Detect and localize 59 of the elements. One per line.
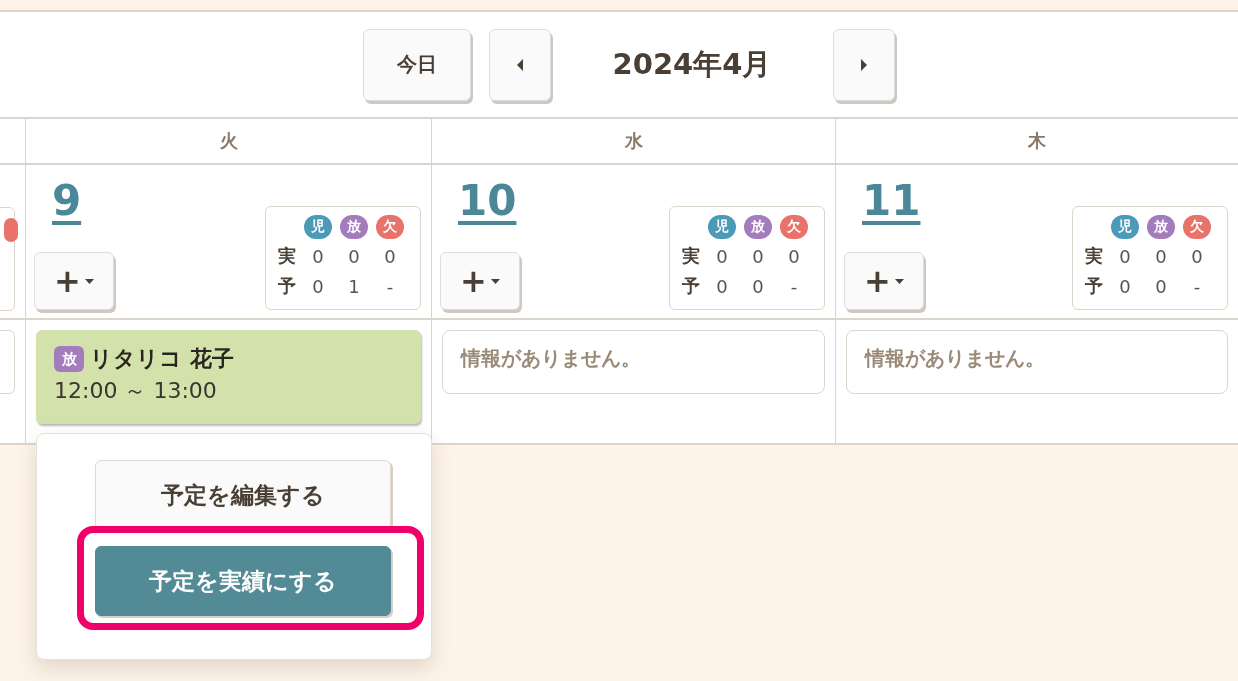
date-link[interactable]: 11 — [844, 175, 924, 227]
add-button[interactable]: + — [440, 252, 520, 310]
previous-month-button[interactable] — [489, 28, 551, 101]
next-month-button[interactable] — [833, 28, 895, 101]
add-button[interactable]: + — [34, 252, 114, 310]
badge: 放 — [744, 215, 772, 239]
count: 0 — [1191, 245, 1203, 267]
row-label: 予 — [278, 274, 296, 298]
count: - — [1193, 275, 1201, 297]
month-title: 2024年4月 — [611, 45, 773, 83]
empty-message: 情報がありません。 — [846, 330, 1228, 394]
person-name: リタリコ 花子 — [90, 345, 234, 373]
badge: 欠 — [780, 215, 808, 239]
tag: 放 — [54, 346, 84, 372]
time-range: 12:00 ～ 13:00 — [54, 377, 218, 405]
date-link[interactable]: 10 — [440, 175, 520, 227]
weekday-label: 火 — [219, 129, 238, 153]
badge: 児 — [304, 215, 332, 239]
add-button[interactable]: + — [844, 252, 924, 310]
count: 0 — [1119, 245, 1131, 267]
count: - — [386, 275, 394, 297]
badge: 児 — [1111, 215, 1139, 239]
event-card[interactable]: 放 リタリコ 花子 12:00 ～ 13:00 — [36, 330, 421, 424]
count: 0 — [1119, 275, 1131, 297]
count: - — [790, 275, 798, 297]
row-label: 予 — [1085, 274, 1103, 298]
caret-icon — [490, 278, 500, 284]
row-label: 実 — [682, 244, 700, 268]
count: 1 — [348, 275, 360, 297]
count: 0 — [716, 275, 728, 297]
caret-icon — [894, 278, 904, 284]
empty-message: 情報がありません。 — [442, 330, 825, 394]
record-button[interactable]: 予定を実績にする — [95, 546, 391, 616]
count: 0 — [716, 245, 728, 267]
caret-icon — [84, 278, 94, 284]
badge: 児 — [708, 215, 736, 239]
row-label: 実 — [1085, 244, 1103, 268]
weekday-label: 木 — [1028, 129, 1046, 153]
count: 0 — [312, 275, 324, 297]
today-button[interactable]: 今日 — [363, 28, 471, 101]
count: 0 — [1155, 275, 1167, 297]
left-triangle-icon — [516, 58, 524, 71]
count: 0 — [384, 245, 396, 267]
row-label: 予 — [682, 274, 700, 298]
row-label: 実 — [278, 244, 296, 268]
right-triangle-icon — [860, 58, 868, 71]
badge: 欠 — [376, 215, 404, 239]
badge: 欠 — [1183, 215, 1211, 239]
weekday-label: 水 — [624, 129, 643, 153]
count: 0 — [752, 245, 764, 267]
date-link[interactable]: 9 — [34, 175, 114, 227]
count: 0 — [312, 245, 324, 267]
count: 0 — [348, 245, 360, 267]
badge: 放 — [1147, 215, 1175, 239]
count: 0 — [788, 245, 800, 267]
count: 0 — [752, 275, 764, 297]
badge — [4, 218, 18, 242]
count: 0 — [1155, 245, 1167, 267]
badge: 放 — [340, 215, 368, 239]
